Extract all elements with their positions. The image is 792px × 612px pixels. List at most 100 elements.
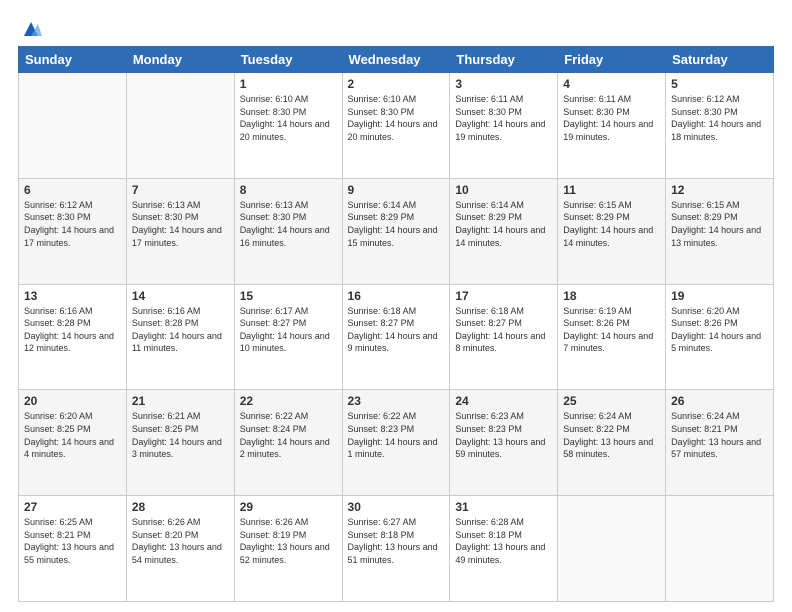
day-number: 20 (24, 394, 121, 408)
calendar-day: 13 Sunrise: 6:16 AM Sunset: 8:28 PM Dayli… (19, 284, 127, 390)
logo-icon (20, 18, 42, 40)
calendar-day (666, 496, 774, 602)
day-number: 17 (455, 289, 552, 303)
day-number: 23 (348, 394, 445, 408)
day-info: Sunrise: 6:23 AM Sunset: 8:23 PM Dayligh… (455, 410, 552, 460)
day-info: Sunrise: 6:22 AM Sunset: 8:23 PM Dayligh… (348, 410, 445, 460)
logo-text (18, 18, 42, 42)
day-info: Sunrise: 6:26 AM Sunset: 8:20 PM Dayligh… (132, 516, 229, 566)
calendar-day: 9 Sunrise: 6:14 AM Sunset: 8:29 PM Daylig… (342, 178, 450, 284)
day-header-sunday: Sunday (19, 47, 127, 73)
day-number: 1 (240, 77, 337, 91)
day-number: 19 (671, 289, 768, 303)
day-header-wednesday: Wednesday (342, 47, 450, 73)
calendar-week-1: 1 Sunrise: 6:10 AM Sunset: 8:30 PM Daylig… (19, 73, 774, 179)
day-number: 31 (455, 500, 552, 514)
day-headers-row: SundayMondayTuesdayWednesdayThursdayFrid… (19, 47, 774, 73)
calendar-day: 21 Sunrise: 6:21 AM Sunset: 8:25 PM Dayli… (126, 390, 234, 496)
calendar-day: 3 Sunrise: 6:11 AM Sunset: 8:30 PM Daylig… (450, 73, 558, 179)
day-number: 5 (671, 77, 768, 91)
calendar-day: 17 Sunrise: 6:18 AM Sunset: 8:27 PM Dayli… (450, 284, 558, 390)
day-number: 6 (24, 183, 121, 197)
calendar-day: 4 Sunrise: 6:11 AM Sunset: 8:30 PM Daylig… (558, 73, 666, 179)
calendar-day: 25Sunrise: 6:24 AM Sunset: 8:22 PM Dayli… (558, 390, 666, 496)
day-number: 9 (348, 183, 445, 197)
calendar-day: 30 Sunrise: 6:27 AM Sunset: 8:18 PM Dayli… (342, 496, 450, 602)
day-info: Sunrise: 6:12 AM Sunset: 8:30 PM Dayligh… (671, 93, 768, 143)
day-info: Sunrise: 6:14 AM Sunset: 8:29 PM Dayligh… (348, 199, 445, 249)
day-number: 4 (563, 77, 660, 91)
calendar-day: 18 Sunrise: 6:19 AM Sunset: 8:26 PM Dayli… (558, 284, 666, 390)
day-info: Sunrise: 6:17 AM Sunset: 8:27 PM Dayligh… (240, 305, 337, 355)
day-info: Sunrise: 6:20 AM Sunset: 8:26 PM Dayligh… (671, 305, 768, 355)
day-number: 28 (132, 500, 229, 514)
day-number: 12 (671, 183, 768, 197)
day-info: Sunrise: 6:13 AM Sunset: 8:30 PM Dayligh… (240, 199, 337, 249)
calendar-week-4: 20 Sunrise: 6:20 AM Sunset: 8:25 PM Dayli… (19, 390, 774, 496)
calendar-day: 24 Sunrise: 6:23 AM Sunset: 8:23 PM Dayli… (450, 390, 558, 496)
day-info: Sunrise: 6:26 AM Sunset: 8:19 PM Dayligh… (240, 516, 337, 566)
day-number: 26 (671, 394, 768, 408)
calendar-day: 5 Sunrise: 6:12 AM Sunset: 8:30 PM Daylig… (666, 73, 774, 179)
calendar-day: 2 Sunrise: 6:10 AM Sunset: 8:30 PM Daylig… (342, 73, 450, 179)
calendar-day: 7Sunrise: 6:13 AM Sunset: 8:30 PM Daylig… (126, 178, 234, 284)
day-number: 25 (563, 394, 660, 408)
day-header-thursday: Thursday (450, 47, 558, 73)
day-number: 30 (348, 500, 445, 514)
calendar-day: 27Sunrise: 6:25 AM Sunset: 8:21 PM Dayli… (19, 496, 127, 602)
day-number: 3 (455, 77, 552, 91)
calendar-day: 8Sunrise: 6:13 AM Sunset: 8:30 PM Daylig… (234, 178, 342, 284)
day-number: 18 (563, 289, 660, 303)
day-info: Sunrise: 6:18 AM Sunset: 8:27 PM Dayligh… (455, 305, 552, 355)
day-info: Sunrise: 6:16 AM Sunset: 8:28 PM Dayligh… (132, 305, 229, 355)
day-number: 21 (132, 394, 229, 408)
day-info: Sunrise: 6:25 AM Sunset: 8:21 PM Dayligh… (24, 516, 121, 566)
calendar-day: 20 Sunrise: 6:20 AM Sunset: 8:25 PM Dayli… (19, 390, 127, 496)
day-info: Sunrise: 6:16 AM Sunset: 8:28 PM Dayligh… (24, 305, 121, 355)
day-number: 24 (455, 394, 552, 408)
day-info: Sunrise: 6:18 AM Sunset: 8:27 PM Dayligh… (348, 305, 445, 355)
calendar-day (558, 496, 666, 602)
calendar-day: 29 Sunrise: 6:26 AM Sunset: 8:19 PM Dayli… (234, 496, 342, 602)
day-info: Sunrise: 6:27 AM Sunset: 8:18 PM Dayligh… (348, 516, 445, 566)
day-number: 15 (240, 289, 337, 303)
calendar-day: 14 Sunrise: 6:16 AM Sunset: 8:28 PM Dayli… (126, 284, 234, 390)
day-info: Sunrise: 6:11 AM Sunset: 8:30 PM Dayligh… (563, 93, 660, 143)
day-number: 2 (348, 77, 445, 91)
day-info: Sunrise: 6:10 AM Sunset: 8:30 PM Dayligh… (240, 93, 337, 143)
calendar-week-2: 6 Sunrise: 6:12 AM Sunset: 8:30 PM Daylig… (19, 178, 774, 284)
day-info: Sunrise: 6:14 AM Sunset: 8:29 PM Dayligh… (455, 199, 552, 249)
day-info: Sunrise: 6:20 AM Sunset: 8:25 PM Dayligh… (24, 410, 121, 460)
day-info: Sunrise: 6:19 AM Sunset: 8:26 PM Dayligh… (563, 305, 660, 355)
day-number: 16 (348, 289, 445, 303)
day-number: 7 (132, 183, 229, 197)
day-number: 14 (132, 289, 229, 303)
calendar-table: SundayMondayTuesdayWednesdayThursdayFrid… (18, 46, 774, 602)
logo (18, 18, 42, 38)
day-info: Sunrise: 6:15 AM Sunset: 8:29 PM Dayligh… (671, 199, 768, 249)
day-number: 22 (240, 394, 337, 408)
day-header-tuesday: Tuesday (234, 47, 342, 73)
calendar-day: 22 Sunrise: 6:22 AM Sunset: 8:24 PM Dayli… (234, 390, 342, 496)
calendar-day: 11Sunrise: 6:15 AM Sunset: 8:29 PM Dayli… (558, 178, 666, 284)
calendar-day: 12 Sunrise: 6:15 AM Sunset: 8:29 PM Dayli… (666, 178, 774, 284)
calendar-body: 1 Sunrise: 6:10 AM Sunset: 8:30 PM Daylig… (19, 73, 774, 602)
page: SundayMondayTuesdayWednesdayThursdayFrid… (0, 0, 792, 612)
day-number: 13 (24, 289, 121, 303)
day-info: Sunrise: 6:12 AM Sunset: 8:30 PM Dayligh… (24, 199, 121, 249)
day-info: Sunrise: 6:10 AM Sunset: 8:30 PM Dayligh… (348, 93, 445, 143)
day-info: Sunrise: 6:28 AM Sunset: 8:18 PM Dayligh… (455, 516, 552, 566)
day-info: Sunrise: 6:15 AM Sunset: 8:29 PM Dayligh… (563, 199, 660, 249)
calendar-day: 15 Sunrise: 6:17 AM Sunset: 8:27 PM Dayli… (234, 284, 342, 390)
calendar-day: 26Sunrise: 6:24 AM Sunset: 8:21 PM Dayli… (666, 390, 774, 496)
day-header-friday: Friday (558, 47, 666, 73)
day-info: Sunrise: 6:22 AM Sunset: 8:24 PM Dayligh… (240, 410, 337, 460)
calendar-day: 23 Sunrise: 6:22 AM Sunset: 8:23 PM Dayli… (342, 390, 450, 496)
calendar-day: 28 Sunrise: 6:26 AM Sunset: 8:20 PM Dayli… (126, 496, 234, 602)
day-number: 29 (240, 500, 337, 514)
calendar-header: SundayMondayTuesdayWednesdayThursdayFrid… (19, 47, 774, 73)
calendar-week-3: 13 Sunrise: 6:16 AM Sunset: 8:28 PM Dayli… (19, 284, 774, 390)
day-info: Sunrise: 6:21 AM Sunset: 8:25 PM Dayligh… (132, 410, 229, 460)
calendar-day: 10Sunrise: 6:14 AM Sunset: 8:29 PM Dayli… (450, 178, 558, 284)
day-info: Sunrise: 6:11 AM Sunset: 8:30 PM Dayligh… (455, 93, 552, 143)
